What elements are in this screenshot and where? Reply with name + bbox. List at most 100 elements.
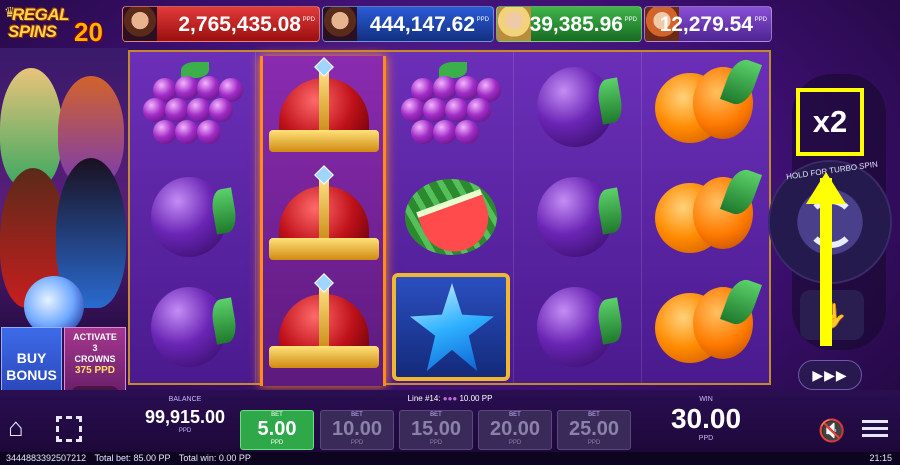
crown-icon [269, 273, 379, 376]
status-bar: 3444883392507212 Total bet: 85.00 PP Tot… [0, 452, 900, 465]
jackpot-portrait-icon [323, 7, 357, 41]
crown-icon [269, 165, 379, 268]
plum-icon [147, 171, 239, 263]
balance-display: BALANCE 99,915.00 PPD [130, 396, 240, 434]
balance-value: 99,915.00 [144, 407, 226, 427]
jackpot-unit: PPD [476, 17, 489, 23]
jackpot-green: 39,385.96 PPD [496, 6, 642, 42]
jackpot-value: 444,147.62 [369, 13, 475, 36]
jackpot-purple: 12,279.54 PPD [644, 6, 772, 42]
buy-bonus-line1: BUY [16, 350, 47, 366]
jackpot-value: 2,765,435.08 [178, 13, 301, 36]
bet-option-1[interactable]: BET 5.00 PPD [240, 410, 314, 450]
reel-4 [516, 52, 642, 383]
bet-value: 20.00 [489, 418, 541, 440]
balance-label: BALANCE [168, 396, 202, 403]
orange-icon [655, 165, 763, 265]
jackpot-portrait-icon [497, 7, 531, 41]
plum-icon [533, 281, 625, 373]
plum-icon [533, 171, 625, 263]
reel-cell [644, 272, 770, 382]
jackpot-bar: ♛ REGAL SPINS 20 2,765,435.08 PPD 444,14… [0, 0, 900, 47]
bet-option-5[interactable]: BET 25.00 PPD [557, 410, 631, 450]
jackpot-value: 12,279.54 [659, 13, 753, 36]
crystal-ball-icon [24, 276, 84, 328]
reel-cell [644, 52, 770, 162]
logo-number: 20 [74, 17, 103, 47]
multiplier-badge: x2 [796, 88, 864, 156]
grapes-icon [397, 62, 505, 150]
buy-bonus-line2: BONUS [6, 367, 57, 383]
activate-line1: ACTIVATE [73, 332, 117, 342]
activate-line2: 3 [92, 343, 98, 353]
logo-line2: SPINS [8, 22, 57, 41]
bet-option-4[interactable]: BET 20.00 PPD [478, 410, 552, 450]
reel-cell [516, 162, 642, 272]
jackpot-portrait-icon [123, 7, 157, 41]
bet-value: 15.00 [410, 418, 462, 440]
mute-icon[interactable]: 🔇 [818, 418, 845, 444]
jackpot-unit: PPD [624, 17, 637, 23]
home-icon[interactable]: ⌂ [8, 412, 24, 443]
bet-unit: PPD [587, 440, 601, 446]
jackpot-unit: PPD [754, 17, 767, 23]
autoplay-button[interactable]: ✋ [800, 290, 864, 340]
fast-forward-button[interactable]: ▶▶▶ [798, 360, 862, 390]
reel-cell [130, 52, 256, 162]
balance-unit: PPD [178, 428, 192, 434]
win-unit: PPD [698, 435, 714, 442]
character-artwork [0, 48, 128, 328]
activate-line3: CROWNS [74, 354, 116, 364]
reel-2-expanded [260, 56, 386, 386]
fullscreen-icon[interactable] [56, 416, 82, 442]
line-win-value: 10.00 PP [459, 394, 493, 403]
reel-1 [130, 52, 256, 383]
clock: 21:15 [869, 453, 892, 463]
session-id: 3444883392507212 [6, 453, 87, 463]
win-value: 30.00 [670, 403, 742, 434]
bet-unit: PPD [270, 440, 284, 446]
reel-3 [388, 52, 514, 383]
jackpot-value: 39,385.96 [529, 13, 623, 36]
orange-icon [655, 55, 763, 155]
plum-icon [147, 281, 239, 373]
line-label: Line #14: [407, 394, 441, 403]
bet-unit: PPD [350, 440, 364, 446]
crown-icon [269, 57, 379, 160]
watermelon-icon [401, 171, 501, 263]
win-display: WIN 30.00 PPD [638, 396, 774, 442]
jackpot-blue: 444,147.62 PPD [322, 6, 494, 42]
game-logo: ♛ REGAL SPINS 20 [4, 4, 128, 47]
menu-icon[interactable] [862, 416, 888, 441]
reel-cell [130, 272, 256, 382]
blue-star-icon [392, 273, 510, 381]
reel-cell [130, 162, 256, 272]
bet-option-3[interactable]: BET 15.00 PPD [399, 410, 473, 450]
reel-cell [388, 162, 514, 272]
orange-icon [655, 275, 763, 375]
bet-option-2[interactable]: BET 10.00 PPD [320, 410, 394, 450]
plum-icon [533, 61, 625, 153]
bet-value: 10.00 [331, 418, 383, 440]
reel-cell [644, 162, 770, 272]
jackpot-unit: PPD [302, 17, 315, 23]
jackpot-red: 2,765,435.08 PPD [122, 6, 320, 42]
annotation-arrowhead-icon [806, 172, 846, 204]
reels-frame [128, 50, 771, 386]
line-win-info: Line #14: ●●● 10.00 PP [360, 394, 540, 403]
bet-unit: PPD [508, 440, 522, 446]
grapes-icon [139, 62, 247, 150]
bet-value: 25.00 [568, 418, 620, 440]
reel-5 [644, 52, 770, 383]
win-label: WIN [699, 396, 713, 403]
total-win: Total win: 0.00 PP [178, 453, 251, 463]
reel-cell [516, 272, 642, 382]
total-bet: Total bet: 85.00 PP [94, 453, 171, 463]
bet-unit: PPD [429, 440, 443, 446]
reel-cell [388, 52, 514, 162]
reel-cell [516, 52, 642, 162]
bet-value: 5.00 [257, 418, 297, 440]
reel-cell [388, 272, 514, 382]
activate-price: 375 PPD [74, 365, 116, 376]
line-symbols-icon: ●●● [442, 394, 458, 403]
